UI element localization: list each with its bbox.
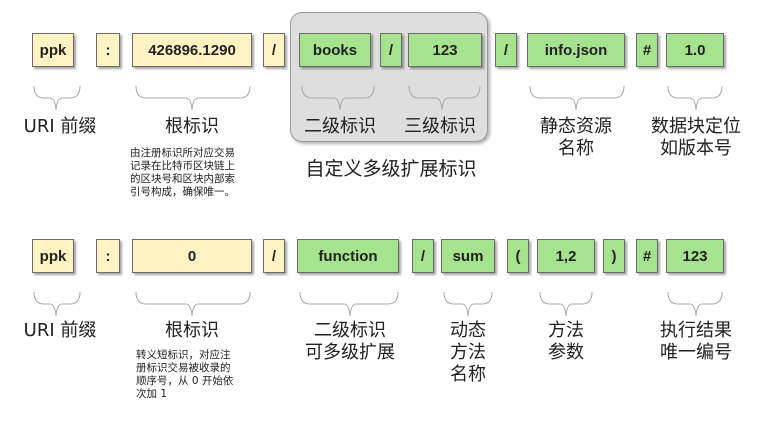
brace	[667, 291, 723, 317]
label-root-id: 根标识	[165, 116, 219, 137]
brace	[33, 85, 81, 111]
label-static-resource: 静态资源 名称	[540, 116, 612, 159]
label-uri-prefix: URI 前缀	[23, 116, 97, 137]
label-exec-result: 执行结果 唯一编号	[660, 320, 732, 363]
brace-connectors	[33, 85, 723, 317]
label-level3: 三级标识	[404, 116, 476, 137]
brace	[539, 291, 593, 317]
root-id-note: 由注册标识所对应交易 记录在比特币区块链上 的区块号和区块内部索 引号构成，确保…	[130, 147, 235, 198]
brace	[135, 85, 251, 111]
brace	[135, 291, 251, 317]
label-level2: 二级标识	[304, 116, 376, 137]
label-dynamic-method: 动态 方法 名称	[450, 320, 486, 385]
label-method-params: 方法 参数	[548, 320, 584, 363]
brace	[529, 85, 625, 111]
label-uri-prefix: URI 前缀	[23, 320, 97, 341]
brace	[301, 85, 375, 111]
label-block-locator: 数据块定位 如版本号	[651, 116, 741, 159]
brace	[443, 291, 493, 317]
brace	[408, 85, 481, 111]
brace	[33, 291, 81, 317]
brace	[299, 291, 399, 317]
label-root-id: 根标识	[165, 320, 219, 341]
root-id-note: 转义短标识，对应注 册标识交易被收录的 顺序号，从 0 开始依 次加 1	[136, 349, 234, 400]
label-custom-multilevel: 自定义多级扩展标识	[305, 158, 477, 180]
uri-structure-diagram: ppk : 426896.1290 / books / 123 / info.j…	[0, 0, 768, 430]
label-level2-ext: 二级标识 可多级扩展	[305, 320, 395, 363]
brace	[667, 85, 723, 111]
